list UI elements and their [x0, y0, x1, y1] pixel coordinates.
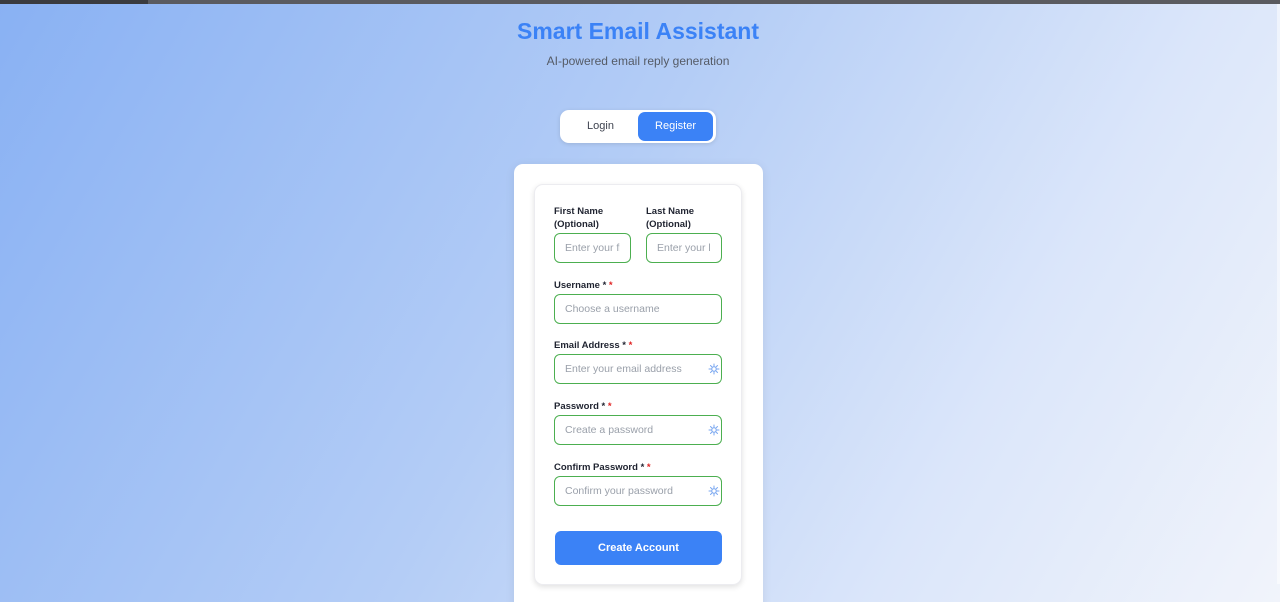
browser-top-bar-segment — [148, 0, 1280, 4]
email-label: Email Address * * — [554, 339, 632, 352]
username-label: Username * * — [554, 279, 613, 292]
first-name-optional-text: (Optional) — [554, 219, 599, 230]
auth-mode-toggle: Login Register — [560, 110, 716, 143]
first-name-input[interactable] — [554, 233, 631, 263]
password-label: Password * * — [554, 400, 612, 413]
password-required-mark: * — [607, 401, 612, 412]
confirm-password-input[interactable] — [554, 476, 722, 506]
last-name-optional-text: (Optional) — [646, 219, 691, 230]
last-name-input[interactable] — [646, 233, 722, 263]
email-input[interactable] — [554, 354, 722, 384]
confirm-password-label-text: Confirm Password * — [554, 462, 645, 473]
register-tab[interactable]: Register — [638, 112, 713, 141]
page-title: Smart Email Assistant — [516, 18, 760, 44]
password-label-text: Password * — [554, 401, 606, 412]
email-label-text: Email Address * — [554, 340, 626, 351]
email-required-mark: * — [628, 340, 633, 351]
username-required-mark: * — [608, 280, 613, 291]
username-label-text: Username * — [554, 280, 607, 291]
browser-top-bar — [0, 0, 1280, 4]
first-name-label: First Name (Optional) — [554, 205, 634, 231]
sparkle-icon[interactable] — [708, 363, 720, 375]
last-name-label-text: Last Name — [646, 206, 695, 217]
login-tab[interactable]: Login — [563, 112, 638, 141]
confirm-password-label: Confirm Password * * — [554, 461, 651, 474]
username-input[interactable] — [554, 294, 722, 324]
confirm-password-required-mark: * — [646, 462, 651, 473]
sparkle-icon[interactable] — [708, 424, 720, 436]
sparkle-icon[interactable] — [708, 485, 720, 497]
first-name-label-text: First Name — [554, 206, 604, 217]
create-account-button[interactable]: Create Account — [555, 531, 722, 565]
password-input[interactable] — [554, 415, 722, 445]
last-name-label: Last Name (Optional) — [646, 205, 726, 231]
page-subtitle: AI-powered email reply generation — [546, 54, 730, 68]
